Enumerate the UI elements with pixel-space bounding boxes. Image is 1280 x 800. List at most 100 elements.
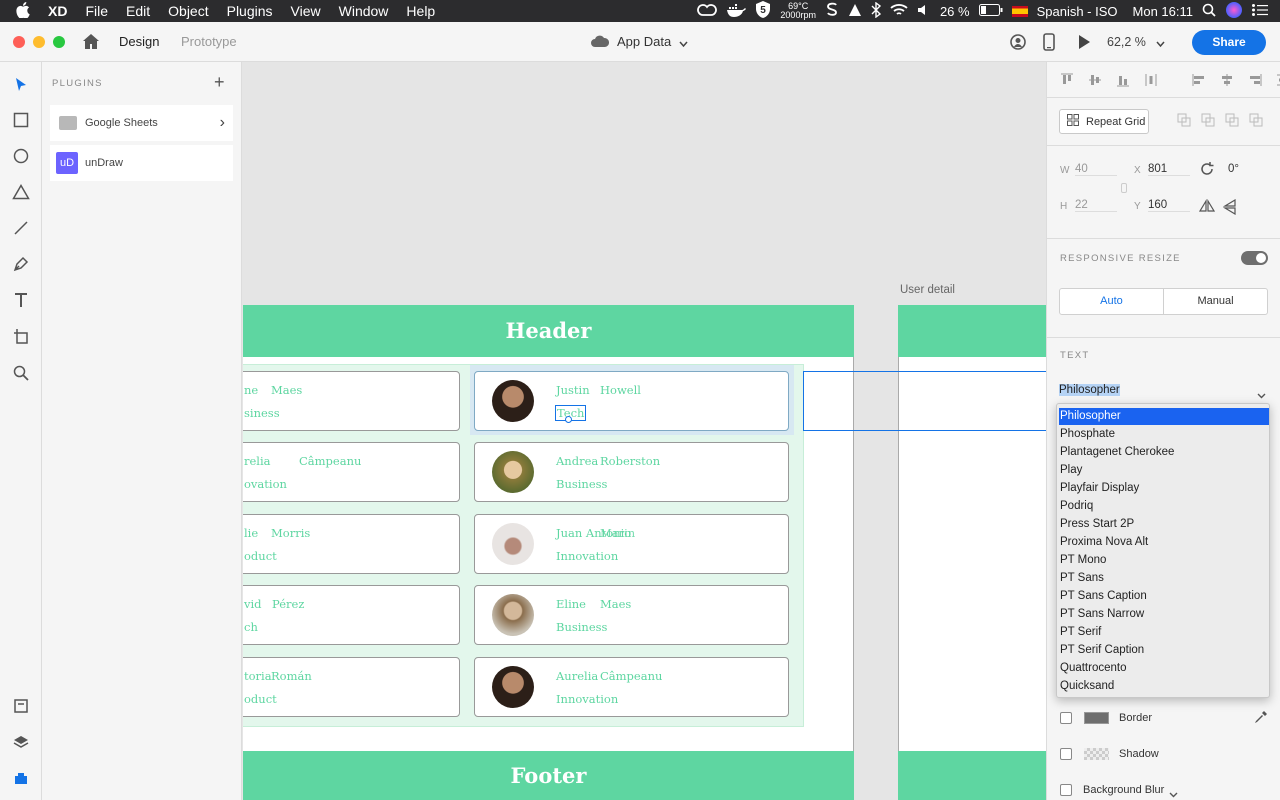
pen-tool-icon[interactable] — [10, 253, 32, 275]
plugin-undraw[interactable]: uD unDraw — [50, 145, 233, 181]
eyedropper-icon[interactable] — [1254, 710, 1268, 727]
app-menu[interactable]: XD — [39, 3, 76, 19]
align-middle-icon[interactable] — [1088, 73, 1102, 90]
width-field[interactable]: 40 — [1075, 163, 1117, 176]
menu-object[interactable]: Object — [159, 3, 217, 19]
fan-status[interactable]: 69°C 2000rpm — [780, 2, 816, 20]
spain-flag-icon[interactable] — [1011, 5, 1028, 17]
background-blur-checkbox[interactable] — [1060, 784, 1072, 796]
user-card[interactable]: Aurelia Câmpeanu Innovation — [474, 657, 789, 717]
font-option[interactable]: Press Start 2P — [1059, 516, 1269, 533]
font-option[interactable]: Quattrocento — [1059, 660, 1269, 677]
font-option[interactable]: Play — [1059, 462, 1269, 479]
blur-chevron-down-icon[interactable] — [1169, 787, 1178, 800]
user-card[interactable]: vid Pérez ch — [243, 585, 460, 645]
distribute-vertical-icon[interactable] — [1276, 73, 1280, 90]
share-button[interactable]: Share — [1192, 30, 1266, 55]
add-boolean-icon[interactable] — [1177, 113, 1191, 130]
text-resize-handle[interactable] — [565, 416, 572, 423]
zoom-window-button[interactable] — [53, 36, 65, 48]
y-field[interactable]: 160 — [1148, 199, 1190, 212]
document-title[interactable]: App Data — [617, 34, 671, 49]
border-checkbox[interactable] — [1060, 712, 1072, 724]
font-chevron-down-icon[interactable] — [1257, 388, 1266, 402]
user-card[interactable]: ne Maes siness — [243, 371, 460, 431]
align-right-icon[interactable] — [1248, 73, 1262, 90]
resize-auto-option[interactable]: Auto — [1060, 289, 1164, 314]
shadow-checkbox[interactable] — [1060, 748, 1072, 760]
menu-plugins[interactable]: Plugins — [218, 3, 282, 19]
layers-icon[interactable] — [10, 731, 32, 753]
flip-vertical-icon[interactable] — [1222, 198, 1237, 218]
artboard-name-label[interactable]: User detail — [900, 284, 955, 296]
user-card[interactable]: lie Morris oduct — [243, 514, 460, 574]
align-left-icon[interactable] — [1192, 73, 1206, 90]
distribute-horizontal-icon[interactable] — [1144, 73, 1158, 90]
user-card[interactable]: toria Román oduct — [243, 657, 460, 717]
resize-manual-option[interactable]: Manual — [1164, 289, 1267, 314]
align-bottom-icon[interactable] — [1116, 73, 1130, 90]
font-option[interactable]: Proxima Nova Alt — [1059, 534, 1269, 551]
font-option[interactable]: PT Serif Caption — [1059, 642, 1269, 659]
tab-prototype[interactable]: Prototype — [181, 34, 237, 49]
wifi-icon[interactable] — [890, 3, 908, 20]
close-window-button[interactable] — [13, 36, 25, 48]
input-source[interactable]: Spanish - ISO — [1037, 4, 1118, 19]
font-option[interactable]: Playfair Display — [1059, 480, 1269, 497]
subtract-boolean-icon[interactable] — [1201, 113, 1215, 130]
menu-help[interactable]: Help — [397, 3, 444, 19]
rectangle-tool-icon[interactable] — [10, 109, 32, 131]
rotation-field[interactable]: 0° — [1228, 163, 1239, 175]
bluetooth-icon[interactable] — [871, 1, 882, 21]
align-top-icon[interactable] — [1060, 73, 1074, 90]
zoom-chevron-down-icon[interactable] — [1156, 37, 1165, 51]
design-canvas[interactable]: Header ne Maes siness relia Câmpeanu ova… — [243, 62, 1046, 800]
plugin-google-sheets[interactable]: Google Sheets › — [50, 105, 233, 141]
text-tool-icon[interactable] — [10, 289, 32, 311]
apple-icon[interactable] — [0, 1, 39, 21]
spotlight-icon[interactable] — [1202, 3, 1216, 20]
line-tool-icon[interactable] — [10, 217, 32, 239]
zoom-level[interactable]: 62,2 % — [1107, 35, 1146, 49]
select-tool-icon[interactable] — [10, 74, 32, 96]
battery-percent[interactable]: 26 % — [940, 4, 970, 19]
battery-icon[interactable] — [978, 3, 1003, 19]
docker-icon[interactable] — [726, 3, 747, 20]
border-color-swatch[interactable] — [1084, 712, 1109, 724]
responsive-resize-toggle[interactable] — [1241, 251, 1268, 265]
user-share-icon[interactable] — [1009, 33, 1027, 54]
creative-cloud-icon[interactable] — [697, 3, 718, 20]
repeat-grid-button[interactable]: Repeat Grid — [1059, 109, 1149, 134]
exclude-boolean-icon[interactable] — [1249, 113, 1263, 130]
flip-horizontal-icon[interactable] — [1198, 198, 1216, 216]
menu-file[interactable]: File — [76, 3, 117, 19]
menu-edit[interactable]: Edit — [117, 3, 159, 19]
height-field[interactable]: 22 — [1075, 199, 1117, 212]
arrow-up-icon[interactable] — [848, 3, 862, 20]
shadow-color-swatch[interactable] — [1084, 748, 1109, 760]
play-icon[interactable] — [1077, 34, 1091, 53]
x-field[interactable]: 801 — [1148, 163, 1190, 176]
skype-icon[interactable] — [825, 1, 839, 21]
volume-icon[interactable] — [917, 3, 931, 20]
shield-icon[interactable]: 5 — [755, 1, 771, 21]
font-option[interactable]: Plantagenet Cherokee — [1059, 444, 1269, 461]
user-card[interactable]: Andrea Roberston Business — [474, 442, 789, 502]
font-option[interactable]: Quicksand — [1059, 678, 1269, 695]
user-card[interactable]: Justin Howell Tech — [474, 371, 789, 431]
font-option-selected[interactable]: Philosopher — [1059, 408, 1269, 425]
minimize-window-button[interactable] — [33, 36, 45, 48]
intersect-boolean-icon[interactable] — [1225, 113, 1239, 130]
clock[interactable]: Mon 16:11 — [1133, 4, 1193, 19]
align-center-icon[interactable] — [1220, 73, 1234, 90]
lock-aspect-icon[interactable] — [1121, 183, 1127, 193]
font-option[interactable]: Phosphate — [1059, 426, 1269, 443]
plugins-icon[interactable] — [10, 767, 32, 789]
home-icon[interactable] — [82, 33, 100, 54]
add-plugin-button[interactable]: + — [214, 72, 225, 93]
font-option[interactable]: PT Sans — [1059, 570, 1269, 587]
zoom-tool-icon[interactable] — [10, 362, 32, 384]
font-option[interactable]: PT Sans Caption — [1059, 588, 1269, 605]
user-card[interactable]: Eline Maes Business — [474, 585, 789, 645]
chevron-down-icon[interactable] — [679, 37, 688, 51]
